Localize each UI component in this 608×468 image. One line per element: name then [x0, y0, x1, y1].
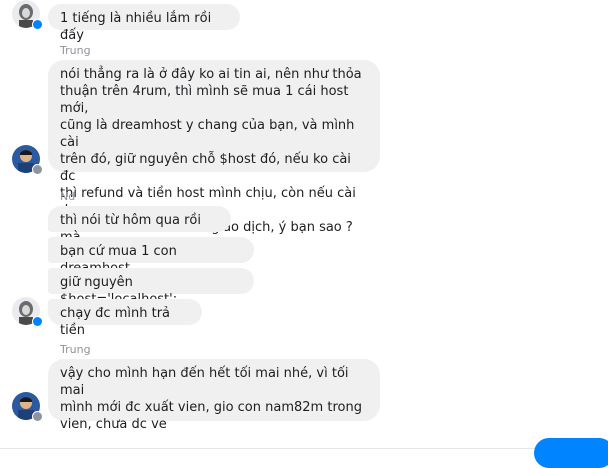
messenger-badge-icon [32, 411, 43, 422]
sender-name: Trung [60, 343, 91, 356]
outgoing-message-bubble[interactable] [534, 438, 608, 468]
avatar-trung[interactable] [12, 392, 43, 422]
messenger-badge-icon [32, 316, 43, 327]
avatar-nd-top[interactable] [12, 0, 43, 30]
message-bubble[interactable]: giữ nguyên $host='localhost'; [48, 268, 254, 307]
composer-divider [0, 448, 608, 449]
avatar-trung[interactable] [12, 145, 43, 175]
messenger-badge-icon [32, 164, 43, 175]
message-bubble[interactable]: vậy cho mình hạn đến hết tối mai nhé, vì… [48, 359, 380, 432]
avatar-nd[interactable] [12, 297, 43, 327]
sender-name: Nd [60, 190, 76, 203]
message-bubble[interactable]: thì nói từ hôm qua rồi mà [48, 206, 231, 245]
message-bubble[interactable]: bạn cứ mua 1 con dreamhost [48, 237, 254, 276]
message-bubble[interactable]: 1 tiếng là nhiều lắm rồi đấy [48, 4, 240, 43]
messenger-badge-icon [32, 19, 43, 30]
message-bubble[interactable]: nói thẳng ra là ở đây ko ai tin ai, nên … [48, 60, 380, 235]
sender-name: Trung [60, 44, 91, 57]
message-bubble[interactable]: chạy đc mình trả tiền [48, 299, 202, 338]
